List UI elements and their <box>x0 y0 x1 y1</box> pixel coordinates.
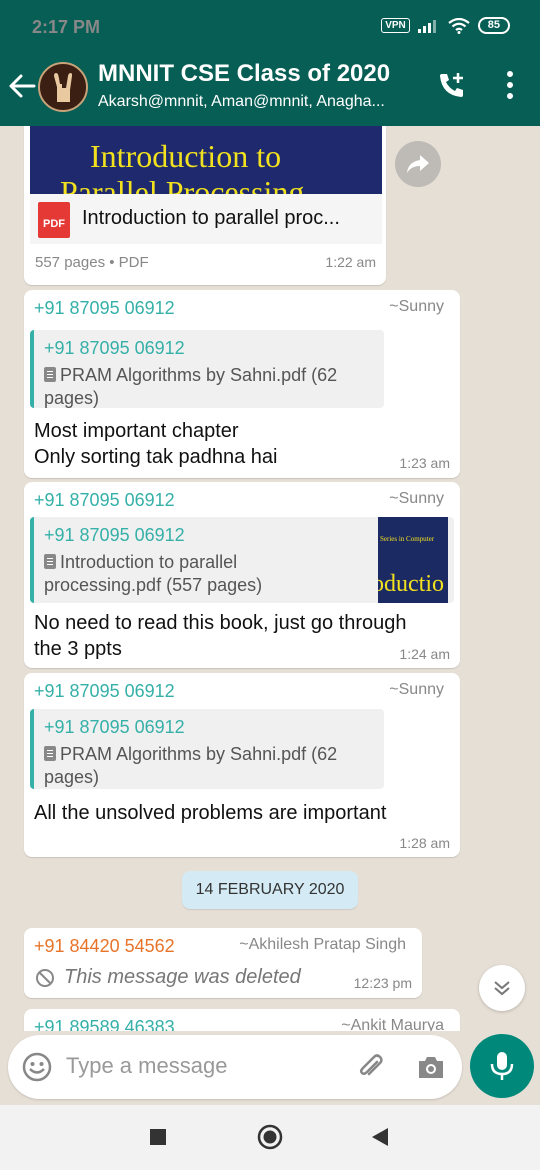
message-time: 1:22 am <box>325 254 376 270</box>
deleted-icon <box>36 969 54 987</box>
quoted-message[interactable]: +91 87095 06912 PRAM Algorithms by Sahni… <box>30 709 384 789</box>
chat-subtitle[interactable]: Akarsh@mnnit, Aman@mnnit, Anagha... <box>98 93 428 111</box>
message-text: Most important chapter Only sorting tak … <box>34 418 278 470</box>
quoted-text: PRAM Algorithms by Sahni.pdf (62 pages) <box>44 743 337 789</box>
voice-record-button[interactable] <box>470 1034 534 1098</box>
quoted-message[interactable]: +91 87095 06912 PRAM Algorithms by Sahni… <box>30 330 384 408</box>
thumbnail-title: oductio <box>378 571 444 597</box>
message-bubble[interactable]: +91 87095 06912 ~Sunny +91 87095 06912 P… <box>24 290 460 478</box>
message-sender[interactable]: +91 89589 46383 <box>34 1017 175 1031</box>
document-icon <box>44 554 56 569</box>
scroll-to-bottom-button[interactable] <box>479 965 525 1011</box>
system-navigation-bar <box>0 1105 540 1170</box>
document-icon <box>44 746 56 761</box>
quoted-text: PRAM Algorithms by Sahni.pdf (62 pages) <box>44 364 337 410</box>
emoji-icon[interactable] <box>22 1052 52 1082</box>
message-text: All the unsolved problems are important <box>34 800 386 826</box>
double-chevron-down-icon <box>494 981 510 996</box>
message-push-name: ~Sunny <box>389 681 444 698</box>
date-divider: 14 FEBRUARY 2020 <box>182 871 358 909</box>
back-nav-icon[interactable] <box>371 1127 389 1147</box>
add-call-icon[interactable] <box>436 70 468 102</box>
quoted-text-line: Introduction to parallel <box>60 552 238 572</box>
message-bubble[interactable]: +91 89589 46383 ~Ankit Maurya <box>24 1009 460 1031</box>
wifi-icon <box>448 17 470 34</box>
recents-icon[interactable] <box>149 1128 167 1146</box>
microphone-icon <box>490 1052 514 1080</box>
document-cover-title-2: Parallel Processing <box>60 174 305 194</box>
thumbnail-caption: Series in Computer <box>380 535 435 543</box>
message-time: 1:23 am <box>399 455 450 471</box>
document-icon <box>44 367 56 382</box>
group-avatar[interactable] <box>38 62 88 112</box>
signal-icon <box>417 19 436 33</box>
message-bubble[interactable]: +91 87095 06912 ~Sunny +91 87095 06912 P… <box>24 673 460 857</box>
message-text-line: the 3 ppts <box>34 638 122 660</box>
message-push-name: ~Ankit Maurya <box>341 1017 444 1031</box>
chat-header: MNNIT CSE Class of 2020 Akarsh@mnnit, Am… <box>0 48 540 126</box>
quoted-sender: +91 87095 06912 <box>44 525 185 545</box>
message-push-name: ~Sunny <box>389 490 444 507</box>
message-text-line: Only sorting tak padhna hai <box>34 446 278 468</box>
quoted-text-line: pages) <box>44 388 100 408</box>
pdf-icon: PDF <box>38 202 70 238</box>
quoted-sender: +91 87095 06912 <box>44 338 185 358</box>
message-sender[interactable]: +91 87095 06912 <box>34 490 175 511</box>
document-message[interactable]: Introduction to Parallel Processing PDF … <box>24 126 386 285</box>
document-filename: Introduction to parallel proc... <box>82 207 340 229</box>
chat-title[interactable]: MNNIT CSE Class of 2020 <box>98 60 390 88</box>
quoted-text: Introduction to parallel processing.pdf … <box>44 551 262 597</box>
message-sender[interactable]: +91 87095 06912 <box>34 681 175 702</box>
message-text-line: No need to read this book, just go throu… <box>34 612 407 634</box>
quoted-message[interactable]: +91 87095 06912 Introduction to parallel… <box>30 517 454 603</box>
status-icons: VPN 85 <box>381 17 510 34</box>
deleted-message-bubble[interactable]: +91 84420 54562 ~Akhilesh Pratap Singh T… <box>24 928 422 998</box>
document-file-row[interactable]: PDF Introduction to parallel proc... <box>30 194 382 244</box>
message-text-line: Most important chapter <box>34 420 239 442</box>
message-input[interactable]: Type a message <box>66 1053 227 1079</box>
back-arrow-icon[interactable] <box>8 73 36 99</box>
hand-sign-icon <box>54 73 73 102</box>
message-time: 1:28 am <box>399 835 450 851</box>
message-push-name: ~Sunny <box>389 298 444 315</box>
pdf-icon-label: PDF <box>43 218 65 230</box>
message-time: 1:24 am <box>399 646 450 662</box>
home-icon[interactable] <box>257 1124 283 1150</box>
deleted-text: This message was deleted <box>64 966 301 988</box>
quoted-text-line: processing.pdf (557 pages) <box>44 575 263 595</box>
document-cover: Introduction to Parallel Processing <box>30 126 382 194</box>
battery-icon: 85 <box>477 17 510 34</box>
quoted-text-line: pages) <box>44 767 100 787</box>
document-cover-title: Introduction to <box>90 138 282 174</box>
forward-icon <box>407 155 429 173</box>
quoted-text-line: PRAM Algorithms by Sahni.pdf (62 <box>60 744 338 764</box>
chat-area: Introduction to Parallel Processing PDF … <box>0 126 540 1031</box>
forward-button[interactable] <box>395 141 441 187</box>
message-sender[interactable]: +91 87095 06912 <box>34 298 175 319</box>
quoted-thumbnail: Series in Computer oductio <box>378 517 448 603</box>
message-input-bar: Type a message <box>8 1035 462 1099</box>
message-time: 12:23 pm <box>353 975 412 991</box>
document-meta: 557 pages • PDF <box>35 254 149 271</box>
quoted-text-line: PRAM Algorithms by Sahni.pdf (62 <box>60 365 338 385</box>
message-bubble[interactable]: +91 87095 06912 ~Sunny +91 87095 06912 I… <box>24 482 460 668</box>
message-text: No need to read this book, just go throu… <box>34 610 406 662</box>
status-bar: 2:17 PM VPN 85 <box>0 0 540 48</box>
message-sender[interactable]: +91 84420 54562 <box>34 936 175 957</box>
camera-icon[interactable] <box>416 1053 446 1081</box>
attach-icon[interactable] <box>355 1052 385 1082</box>
more-options-icon[interactable] <box>500 68 520 102</box>
quoted-sender: +91 87095 06912 <box>44 717 185 737</box>
vpn-icon: VPN <box>381 18 410 33</box>
message-push-name: ~Akhilesh Pratap Singh <box>239 936 406 953</box>
message-text-line: All the unsolved problems are important <box>34 802 387 824</box>
